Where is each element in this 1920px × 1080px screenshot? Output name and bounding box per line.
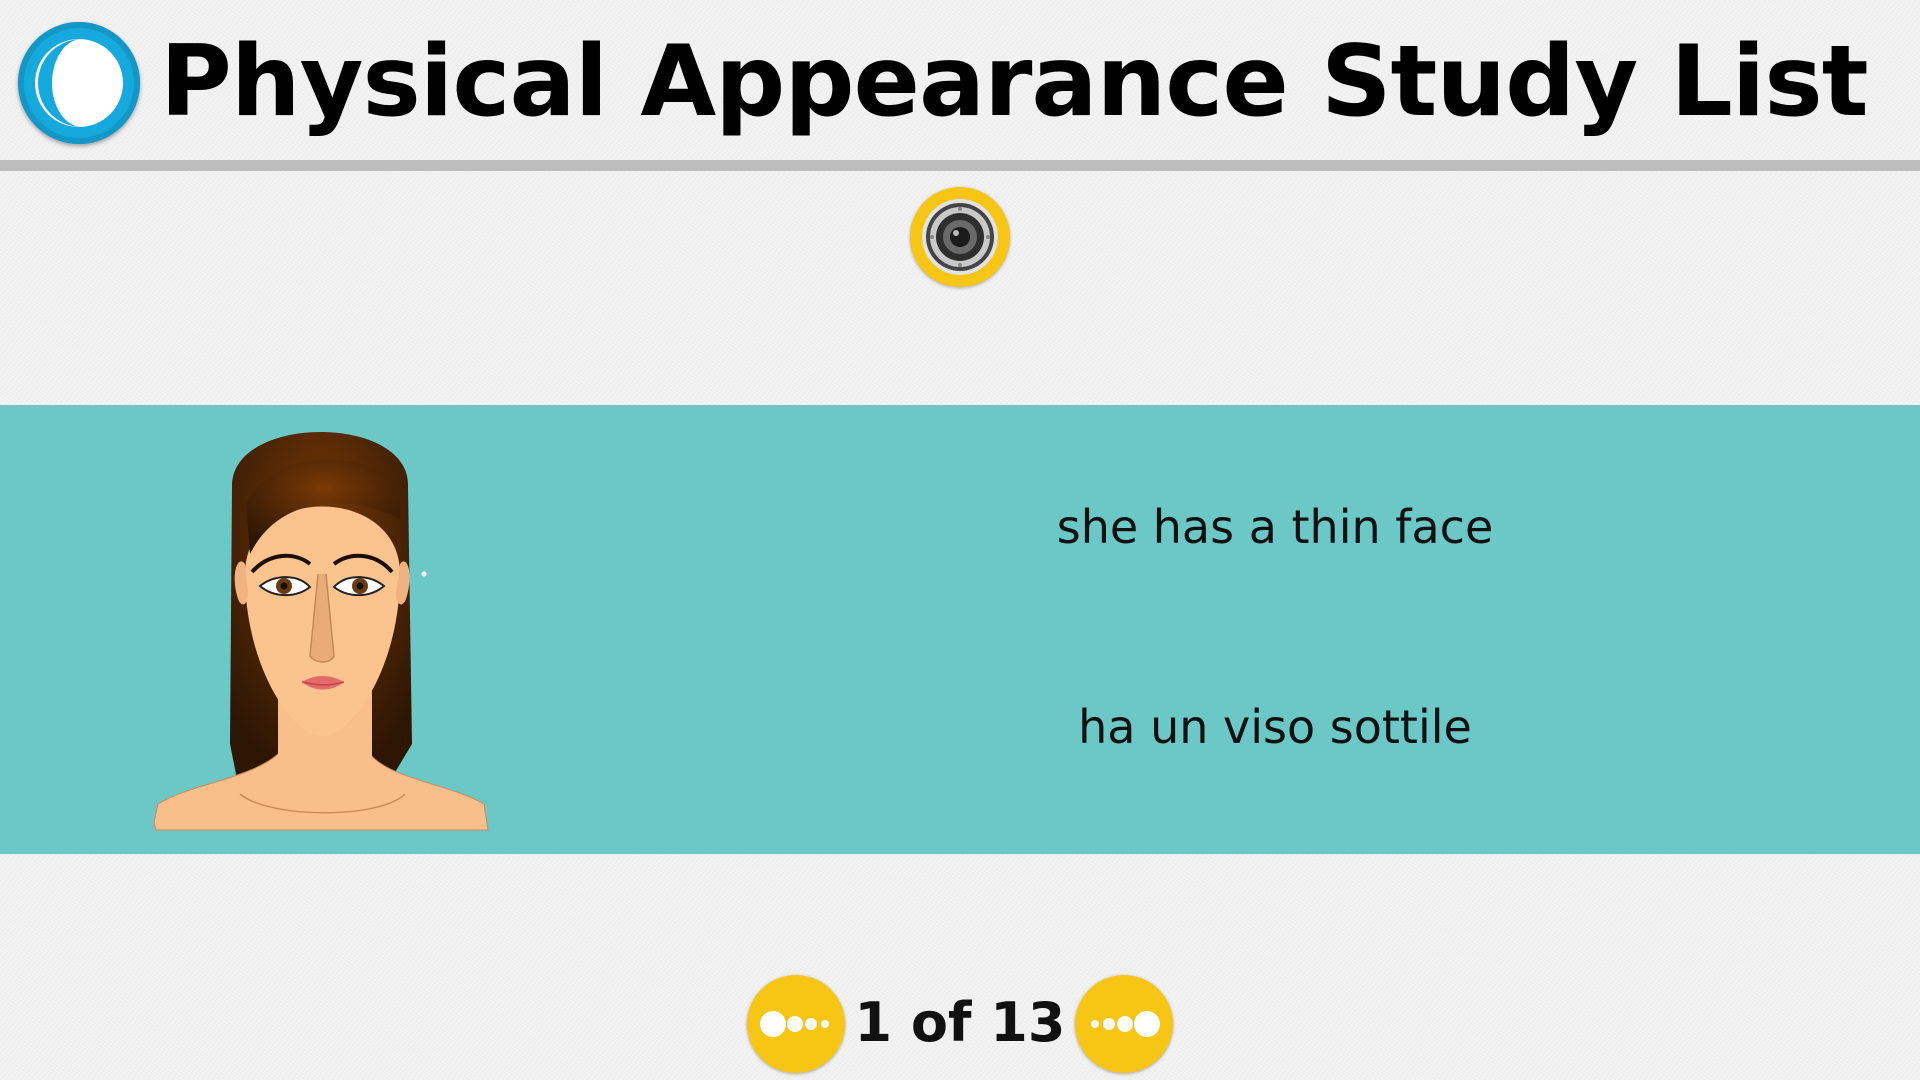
page-counter: 1 of 13 [854,991,1066,1054]
back-button[interactable] [18,22,140,144]
speaker-icon [922,199,998,275]
header: Physical Appearance Study List [0,0,1920,160]
woman-thin-face-portrait [153,432,489,831]
header-divider [0,160,1920,171]
play-audio-button[interactable] [910,187,1010,287]
italian-phrase: ha un viso sottile [1078,700,1472,754]
previous-button[interactable] [747,975,845,1073]
half-moon-back-icon [35,39,123,127]
dots-next-icon [1091,1011,1160,1037]
next-button[interactable] [1075,975,1173,1073]
dots-previous-icon [760,1011,829,1037]
page-title: Physical Appearance Study List [160,25,1869,139]
english-phrase: she has a thin face [1056,500,1494,554]
